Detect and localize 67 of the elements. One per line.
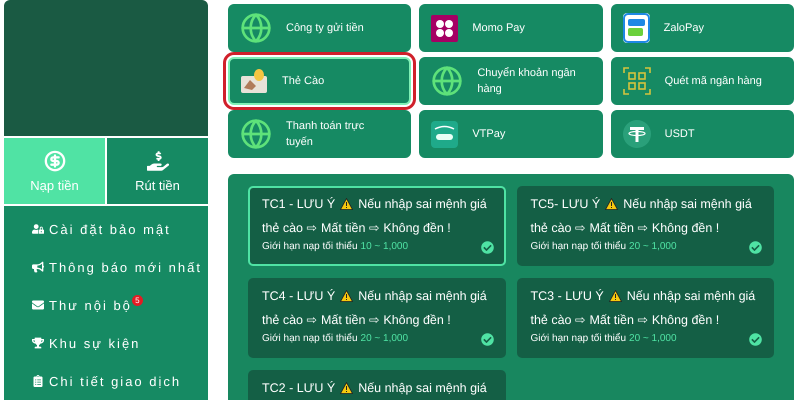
limit-label: Giới hạn nạp tối thiểu: [530, 333, 626, 344]
warning-message: Nếu nhập sai mệnh giá: [626, 288, 756, 305]
payment-method[interactable]: ZaloPay: [610, 4, 794, 52]
warning-icon: [605, 198, 618, 210]
menu-item[interactable]: Chi tiết giao dịch: [49, 374, 182, 388]
channel-card[interactable]: TC2 - LƯU Ý Nếu nhập sai mệnh giá: [248, 370, 506, 400]
check-icon: [749, 241, 762, 254]
channel-title: TC5- LƯU Ý: [530, 196, 600, 213]
payment-method[interactable]: USDT: [610, 110, 794, 158]
warning-message: Nếu nhập sai mệnh giá: [358, 288, 487, 305]
payment-method[interactable]: Chuyển khoản ngân hàng: [419, 57, 603, 105]
hand-holding-dollar-icon: [146, 150, 168, 172]
globe-icon: [240, 12, 272, 44]
clipboard-icon: [32, 375, 44, 387]
menu-item[interactable]: Cài đặt bảo mật: [49, 222, 171, 236]
payment-method[interactable]: Quét mã ngân hàng: [610, 57, 794, 105]
check-icon: [749, 333, 762, 346]
payment-method[interactable]: Thanh toán trực tuyến: [228, 110, 412, 158]
warning-icon: [340, 198, 354, 210]
channel-card[interactable]: TC5- LƯU Ý Nếu nhập sai mệnh giá thẻ cào ⇨ Mất tiền ⇨ Không đền ! Giới hạn nạp tối thiểu 20 ~ 1,000: [516, 186, 774, 266]
payment-method[interactable]: Công ty gửi tiền: [228, 4, 412, 52]
megaphone-icon: [32, 261, 44, 273]
warning-message: Nếu nhập sai mệnh giá: [358, 196, 487, 213]
limit-range: 10 ~ 1,000: [360, 241, 408, 252]
menu-item[interactable]: Khu sự kiện: [49, 336, 140, 350]
warning-message: thẻ cào ⇨ Mất tiền ⇨ Không đền !: [530, 220, 720, 237]
channel-title: TC4 - LƯU Ý: [262, 288, 336, 305]
envelope-icon: [32, 299, 44, 311]
limit-range: 20 ~ 1,000: [629, 241, 677, 252]
channel-card[interactable]: TC3 - LƯU Ý Nếu nhập sai mệnh giá thẻ cào ⇨ Mất tiền ⇨ Không đền ! Giới hạn nạp tối thiểu 20 ~ 1,000: [516, 278, 774, 358]
limit-label: Giới hạn nạp tối thiểu: [262, 333, 358, 344]
qr-code-icon: [622, 67, 651, 95]
limit-label: Giới hạn nạp tối thiểu: [262, 241, 358, 252]
payment-method[interactable]: Momo Pay: [419, 4, 603, 52]
globe-icon: [240, 118, 272, 150]
trophy-icon: [32, 337, 44, 349]
menu-item[interactable]: Thư nội bộ: [49, 298, 132, 312]
payment-method[interactable]: VTPay: [419, 110, 603, 158]
dollar-coin-icon: [44, 150, 66, 172]
check-icon: [480, 241, 494, 254]
check-icon: [480, 333, 494, 346]
scratch-card-icon: [240, 68, 268, 94]
warning-icon: [340, 382, 354, 394]
user-lock-icon: [32, 223, 44, 235]
channel-card[interactable]: TC4 - LƯU Ý Nếu nhập sai mệnh giá thẻ cào ⇨ Mất tiền ⇨ Không đền ! Giới hạn nạp tối thiểu 20 ~ 1,000: [248, 278, 506, 358]
zalopay-logo-icon: [622, 13, 650, 43]
warning-message: thẻ cào ⇨ Mất tiền ⇨ Không đền !: [262, 220, 451, 237]
warning-message: thẻ cào ⇨ Mất tiền ⇨ Không đền !: [262, 312, 451, 329]
warning-message: Nếu nhập sai mệnh giá: [623, 196, 752, 213]
limit-range: 20 ~ 1,000: [629, 333, 677, 344]
warning-icon: [608, 290, 622, 302]
warning-message: thẻ cào ⇨ Mất tiền ⇨ Không đền !: [530, 312, 720, 329]
globe-icon: [431, 65, 464, 97]
warning-message: Nếu nhập sai mệnh giá: [358, 380, 487, 397]
menu-item[interactable]: Thông báo mới nhất: [49, 260, 202, 274]
vtpay-logo-icon: [431, 120, 458, 148]
channel-card[interactable]: TC1 - LƯU Ý Nếu nhập sai mệnh giá thẻ cào ⇨ Mất tiền ⇨ Không đền ! Giới hạn nạp tối thiểu 10 ~ 1,000: [248, 186, 506, 266]
momo-logo-icon: [431, 14, 458, 42]
unread-badge: 5: [132, 294, 143, 306]
sidebar-tab[interactable]: Rút tiền: [105, 138, 208, 204]
tether-logo-icon: [622, 120, 651, 148]
channel-title: TC1 - LƯU Ý: [262, 196, 336, 213]
limit-range: 20 ~ 1,000: [360, 333, 408, 344]
channel-title: TC3 - LƯU Ý: [530, 288, 604, 305]
channel-title: TC2 - LƯU Ý: [262, 380, 336, 397]
limit-label: Giới hạn nạp tối thiểu: [530, 241, 626, 252]
warning-icon: [340, 290, 354, 302]
